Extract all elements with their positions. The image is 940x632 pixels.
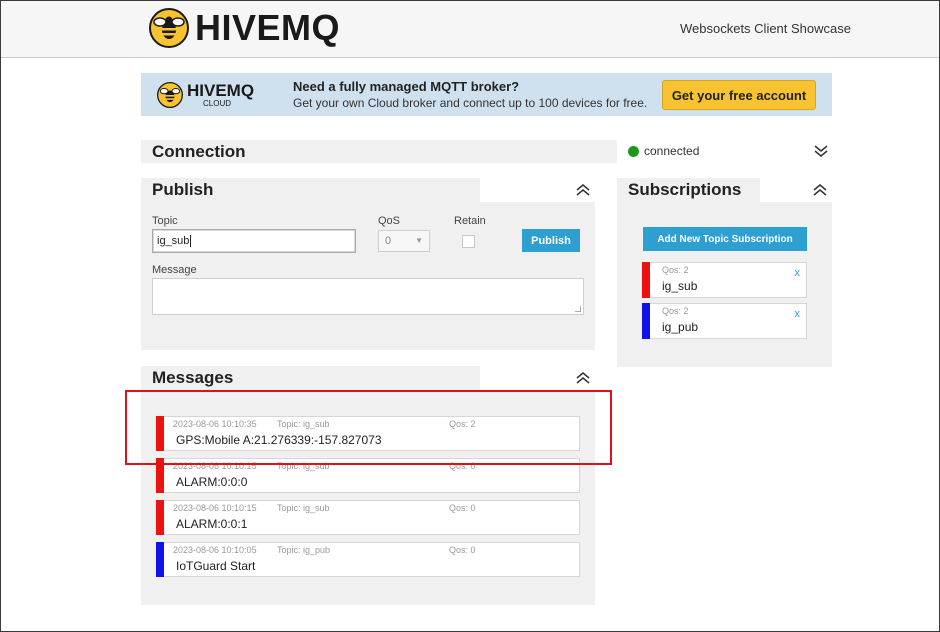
message-payload: IoTGuard Start	[176, 559, 256, 573]
banner-brand-sub: CLOUD	[203, 98, 232, 108]
add-topic-subscription-button[interactable]: Add New Topic Subscription	[643, 227, 807, 251]
message-color-bar	[156, 542, 164, 577]
banner-title: Need a fully managed MQTT broker?	[293, 79, 520, 94]
retain-checkbox[interactable]	[462, 235, 475, 248]
retain-label: Retain	[454, 215, 486, 227]
status-dot-icon	[628, 145, 639, 157]
publish-header: Publish	[141, 178, 480, 202]
collapse-chevron-icon[interactable]	[575, 182, 591, 198]
connection-status: connected	[628, 144, 699, 158]
annotation-highlight-box	[125, 390, 612, 465]
collapse-chevron-icon[interactable]	[575, 370, 591, 386]
message-qos: Qos: 0	[449, 503, 476, 513]
subscription-topic: ig_sub	[662, 279, 698, 293]
subscription-qos: Qos: 2	[662, 306, 689, 316]
publish-title: Publish	[152, 180, 214, 199]
messages-header: Messages	[141, 366, 480, 390]
topic-input[interactable]: ig_sub	[152, 229, 356, 253]
topic-label: Topic	[152, 215, 178, 227]
site-header: HIVEMQ Websockets Client Showcase	[1, 1, 939, 58]
subscription-color-bar	[642, 303, 650, 339]
message-payload: ALARM:0:0:0	[176, 475, 248, 489]
message-payload: ALARM:0:0:1	[176, 517, 248, 531]
subscription-item[interactable]: Qos: 2 ig_pub x	[642, 303, 807, 339]
message-qos: Qos: 0	[449, 545, 476, 555]
subscription-item[interactable]: Qos: 2 ig_sub x	[642, 262, 807, 298]
banner-text: Get your own Cloud broker and connect up…	[293, 96, 648, 110]
bee-logo-icon	[149, 8, 189, 48]
hivemq-logo[interactable]: HIVEMQ	[149, 7, 340, 49]
banner-brand: HIVEMQ	[187, 80, 255, 100]
unsubscribe-close-icon[interactable]: x	[795, 267, 801, 279]
qos-select-value: 0	[385, 235, 392, 247]
expand-chevron-icon[interactable]	[813, 143, 829, 159]
hivemq-cloud-logo[interactable]: HIVEMQ CLOUD	[157, 80, 287, 108]
message-textarea[interactable]	[152, 278, 584, 315]
brand-name: HIVEMQ	[195, 7, 341, 48]
message-item[interactable]: 2023-08-06 10:10:15 Topic: ig_sub Qos: 0…	[156, 500, 580, 535]
subscription-qos: Qos: 2	[662, 265, 689, 275]
message-date: 2023-08-06 10:10:15	[173, 503, 257, 513]
collapse-chevron-icon[interactable]	[812, 182, 828, 198]
connection-title: Connection	[152, 141, 246, 161]
cloud-promo-banner: HIVEMQ CLOUD Need a fully managed MQTT b…	[141, 73, 832, 116]
messages-title: Messages	[152, 368, 234, 387]
message-date: 2023-08-06 10:10:05	[173, 545, 257, 555]
message-label: Message	[152, 264, 197, 276]
qos-select[interactable]: 0 ▼	[378, 230, 430, 252]
topic-input-value: ig_sub	[157, 235, 190, 247]
subscription-color-bar	[642, 262, 650, 298]
get-free-account-button[interactable]: Get your free account	[662, 80, 816, 110]
subscription-topic: ig_pub	[662, 320, 699, 334]
unsubscribe-close-icon[interactable]: x	[795, 308, 801, 320]
message-topic: Topic: ig_sub	[277, 503, 330, 513]
dropdown-caret-icon: ▼	[415, 236, 423, 245]
subscriptions-title: Subscriptions	[628, 180, 742, 199]
message-color-bar	[156, 500, 164, 535]
connection-header[interactable]: Connection	[141, 140, 617, 163]
subscriptions-header: Subscriptions	[617, 178, 760, 202]
bee-logo-icon	[157, 81, 183, 108]
resize-grip-icon[interactable]	[575, 306, 581, 312]
connection-status-text: connected	[644, 144, 700, 158]
publish-button[interactable]: Publish	[522, 229, 580, 252]
message-item[interactable]: 2023-08-06 10:10:05 Topic: ig_pub Qos: 0…	[156, 542, 580, 577]
header-subtitle: Websockets Client Showcase	[679, 21, 851, 36]
qos-label: QoS	[378, 215, 401, 227]
publish-panel	[141, 202, 595, 350]
message-topic: Topic: ig_pub	[277, 545, 331, 555]
